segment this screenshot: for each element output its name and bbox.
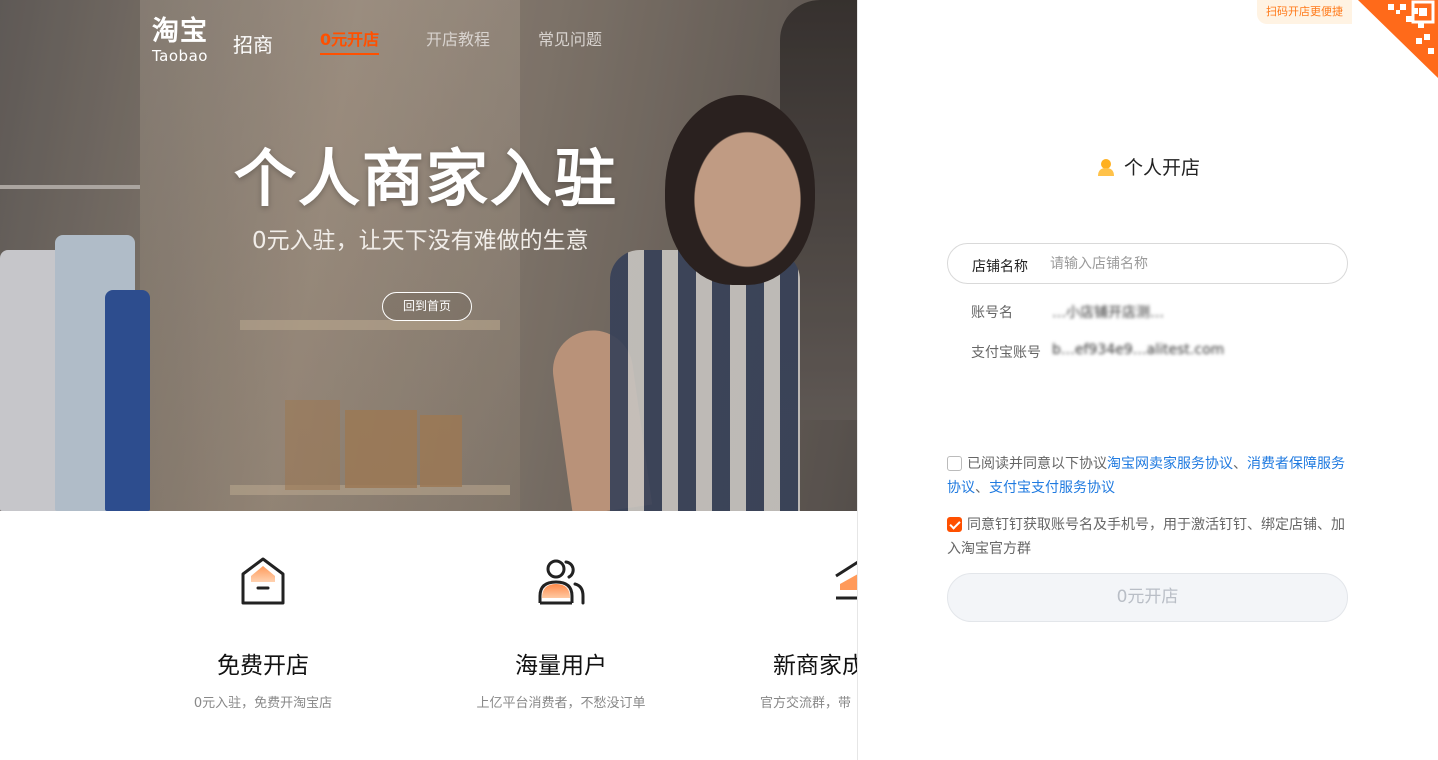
logo-en: Taobao [152, 47, 208, 65]
feature-desc: 上亿平台消费者，不愁没订单 [476, 696, 646, 711]
agreement-prefix: 已阅读并同意以下协议 [967, 456, 1107, 472]
agreement-separator: 、 [1233, 456, 1247, 472]
panel-title: 个人开店 [858, 153, 1438, 180]
hero-subtitle: 0元入驻，让天下没有难做的生意 [252, 228, 589, 254]
alipay-row: 支付宝账号 b…ef934e9…alitest.com [971, 342, 1224, 362]
qr-tip[interactable]: 扫码开店更便捷 [1257, 0, 1352, 24]
open-store-button[interactable]: 0元开店 [947, 573, 1348, 622]
user-icon [1097, 159, 1114, 176]
nav-tutorial[interactable]: 开店教程 [426, 26, 490, 50]
alipay-value: b…ef934e9…alitest.com [1052, 342, 1225, 358]
nav-faq[interactable]: 常见问题 [538, 26, 602, 50]
agreement-separator: 、 [975, 480, 989, 496]
agreement-row: 已阅读并同意以下协议淘宝网卖家服务协议、消费者保障服务协议、支付宝支付服务协议 [947, 452, 1352, 500]
open-store-panel: 扫码开店更便捷 个人开店 店铺名称 账号名 …小店铺开店测… 支付宝账号 b…e… [857, 0, 1438, 760]
logo-cn: 淘宝 [152, 16, 208, 47]
shop-icon [241, 557, 285, 605]
qr-code-icon[interactable] [1358, 0, 1438, 78]
shop-name-input[interactable] [1050, 252, 1330, 276]
account-row: 账号名 …小店铺开店测… [971, 302, 1164, 322]
users-icon [538, 559, 585, 605]
taobao-logo[interactable]: 淘宝 Taobao [152, 16, 208, 64]
hero-banner: 淘宝 Taobao 招商 0元开店 开店教程 常见问题 个人商家入驻 0元入驻，… [0, 0, 857, 511]
feature-title: 新商家成 [773, 653, 857, 679]
nav-open-store[interactable]: 0元开店 [320, 26, 380, 55]
dingtalk-row: 同意钉钉获取账号名及手机号，用于激活钉钉、绑定店铺、加入淘宝官方群 [947, 513, 1352, 561]
stack-icon [835, 560, 857, 600]
seller-agreement-link[interactable]: 淘宝网卖家服务协议 [1107, 456, 1233, 472]
dingtalk-checkbox[interactable] [947, 517, 962, 532]
panel-title-text: 个人开店 [1123, 157, 1200, 179]
feature-free-store: 免费开店 0元入驻，免费开淘宝店 [143, 552, 383, 711]
feature-desc: 官方交流群，带 [760, 696, 852, 711]
alipay-label: 支付宝账号 [971, 345, 1041, 361]
dingtalk-text: 同意钉钉获取账号名及手机号，用于激活钉钉、绑定店铺、加入淘宝官方群 [947, 517, 1345, 557]
feature-massive-users: 海量用户 上亿平台消费者，不愁没订单 [441, 552, 681, 711]
feature-desc: 0元入驻，免费开淘宝店 [193, 696, 333, 711]
feature-title: 海量用户 [515, 653, 607, 679]
logo-suffix: 招商 [233, 33, 273, 57]
account-label: 账号名 [971, 305, 1013, 321]
hero-title: 个人商家入驻 [234, 142, 619, 215]
feature-title: 免费开店 [217, 653, 309, 679]
shop-name-label: 店铺名称 [972, 259, 1028, 275]
alipay-agreement-link[interactable]: 支付宝支付服务协议 [989, 480, 1115, 496]
feature-new-merchant: 新商家成 官方交流群，带 [740, 552, 857, 711]
shop-name-field: 店铺名称 [947, 243, 1348, 284]
hero-overlay [0, 0, 857, 511]
agreement-checkbox[interactable] [947, 456, 962, 471]
back-home-button[interactable]: 回到首页 [382, 292, 472, 321]
account-value: …小店铺开店测… [1052, 305, 1164, 321]
agreement-text: 已阅读并同意以下协议淘宝网卖家服务协议、消费者保障服务协议、支付宝支付服务协议 [947, 452, 1352, 500]
